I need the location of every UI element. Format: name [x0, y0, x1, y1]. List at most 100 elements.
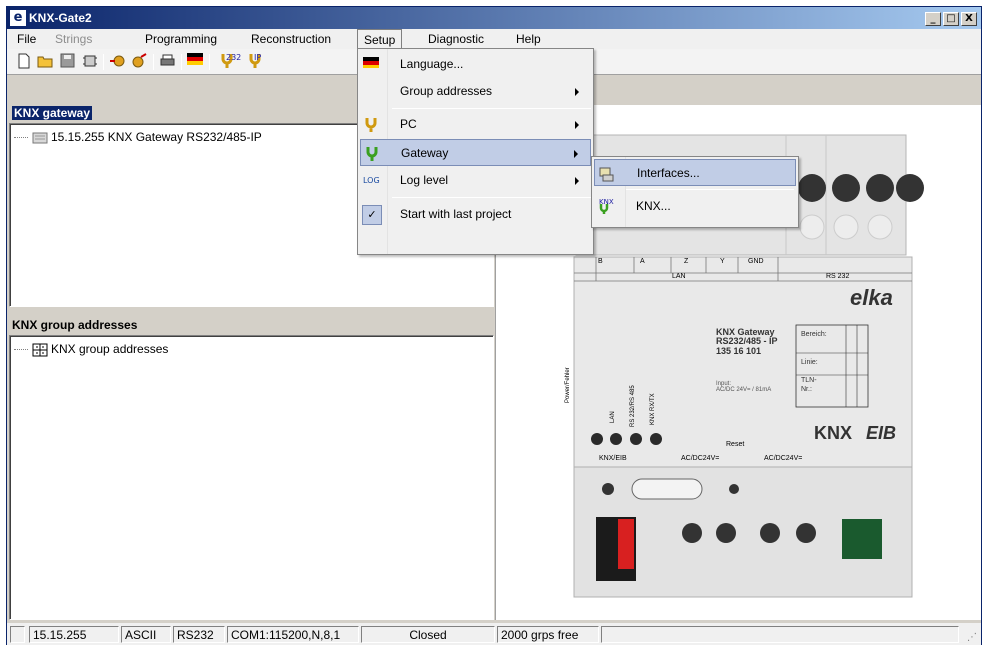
menu-item-label: Gateway: [401, 146, 449, 160]
menu-setup[interactable]: Setup: [357, 29, 403, 49]
menu-bar: File Strings Programming Reconstruction …: [7, 29, 981, 49]
group-addresses-panel-header: KNX group addresses: [9, 316, 491, 334]
submenu-arrow-icon: [575, 121, 579, 129]
gateway-panel-title: KNX gateway: [12, 106, 93, 120]
status-port-settings: COM1:115200,N,8,1: [227, 626, 359, 643]
status-cell-extra: [601, 626, 959, 643]
field-tln: TLN-: [801, 377, 817, 384]
group-addresses-tree[interactable]: KNX group addresses: [9, 335, 494, 620]
tree-item-label: KNX group addresses: [51, 342, 169, 356]
green-plug-icon: [364, 146, 380, 162]
terminal-label-y: Y: [720, 258, 725, 265]
menu-reconstruction[interactable]: Reconstruction: [251, 32, 331, 46]
bottom-label-acdc1: AC/DC24V=: [681, 455, 720, 462]
main-window: e KNX-Gate2 _ □ X File Strings Programming…: [6, 6, 982, 645]
lan-group-label: LAN: [672, 273, 686, 280]
led-label-rs232: RS 232/RS 485: [630, 385, 636, 427]
menu-item-group-addresses[interactable]: Group addresses: [360, 78, 591, 105]
status-interface: RS232: [173, 626, 225, 643]
menu-item-label: PC: [400, 117, 417, 131]
ip-gateway-icon[interactable]: IP: [243, 53, 267, 70]
window-title: KNX-Gate2: [29, 11, 92, 25]
save-icon[interactable]: [59, 53, 76, 70]
submenu-arrow-icon: [575, 88, 579, 96]
title-bar[interactable]: e KNX-Gate2 _ □ X: [7, 7, 981, 29]
status-groups-free: 2000 grps free: [497, 626, 599, 643]
knx-icon: KNX: [597, 198, 614, 215]
checkmark-icon: ✓: [362, 205, 382, 225]
menu-item-pc[interactable]: PC: [360, 111, 591, 138]
status-address: 15.15.255: [29, 626, 119, 643]
status-encoding: ASCII: [121, 626, 171, 643]
gateway-submenu: Interfaces... KNX KNX...: [591, 156, 799, 228]
group-addresses-icon: [32, 343, 48, 357]
status-cell-empty: [10, 626, 25, 643]
setup-menu: Language... Group addresses PC Gateway L…: [357, 48, 594, 255]
rs232-badge: 232: [226, 53, 242, 62]
device-model-line2: RS232/485 - IP: [716, 336, 778, 346]
interfaces-icon: [598, 166, 614, 182]
led-label-lan: LAN: [610, 411, 616, 423]
close-button[interactable]: X: [961, 12, 977, 26]
menu-separator: [626, 189, 794, 190]
device-article-number: 135 16 101: [716, 346, 762, 356]
submenu-arrow-icon: [575, 177, 579, 185]
submenu-arrow-icon: [574, 150, 578, 158]
menu-item-label: Group addresses: [400, 84, 493, 98]
toolbar-separator: [209, 54, 210, 70]
menu-item-start-with-last-project[interactable]: ✓ Start with last project: [360, 201, 591, 228]
menu-item-label: Language...: [400, 57, 464, 71]
resize-grip-icon[interactable]: ⋰: [967, 632, 977, 643]
tree-item-gateway[interactable]: 15.15.255 KNX Gateway RS232/485-IP: [14, 130, 262, 145]
elka-brand-logo: elka: [850, 285, 893, 310]
knx-logo: KNX: [814, 423, 853, 443]
ip-badge: IP: [254, 53, 262, 62]
menu-item-label: KNX...: [636, 199, 671, 213]
menu-help[interactable]: Help: [516, 32, 541, 46]
menu-diagnostic[interactable]: Diagnostic: [428, 32, 484, 46]
tree-item-label: 15.15.255 KNX Gateway RS232/485-IP: [51, 130, 262, 144]
menu-item-label: Log level: [400, 173, 449, 187]
menu-item-language[interactable]: Language...: [360, 51, 591, 78]
print-icon[interactable]: [159, 53, 176, 70]
eib-logo: EIB: [866, 423, 897, 443]
log-icon: LOG: [363, 176, 380, 185]
rs232-gateway-icon[interactable]: 232: [215, 53, 241, 70]
bottom-label-knx-eib: KNX/EIB: [599, 455, 627, 462]
new-document-icon[interactable]: [15, 53, 32, 70]
elka-logo-icon: e: [10, 10, 26, 26]
device-icon[interactable]: [81, 53, 98, 70]
menu-programming[interactable]: Programming: [145, 32, 217, 46]
minimize-button[interactable]: _: [925, 12, 941, 26]
menu-item-log-level[interactable]: LOG Log level: [360, 167, 591, 194]
led-label-knx: KNX RX/TX: [650, 393, 656, 425]
menu-item-label: Interfaces...: [637, 166, 700, 180]
terminal-label-z: Z: [684, 258, 689, 265]
program-icon[interactable]: [131, 53, 148, 70]
field-bereich: Bereich:: [801, 331, 827, 338]
terminal-label-gnd: GND: [748, 258, 764, 265]
toolbar-separator: [103, 54, 104, 70]
menu-item-knx[interactable]: KNX KNX...: [594, 193, 796, 220]
read-icon[interactable]: [109, 53, 126, 70]
terminal-label-b: B: [598, 258, 603, 265]
bottom-label-acdc2: AC/DC24V=: [764, 455, 803, 462]
menu-separator: [392, 197, 591, 198]
menu-item-interfaces[interactable]: Interfaces...: [594, 159, 796, 186]
gateway-device-icon: [32, 131, 48, 145]
menu-item-gateway[interactable]: Gateway: [360, 139, 591, 166]
led-label-power: Power/Fehler: [565, 367, 571, 403]
rs232-group-label: RS 232: [826, 273, 850, 280]
status-bar: 15.15.255 ASCII RS232 COM1:115200,N,8,1 …: [7, 623, 981, 645]
menu-file[interactable]: File: [17, 32, 36, 46]
terminal-label-a: A: [640, 258, 645, 265]
device-input-rating: AC/DC 24V= / 81mA: [716, 387, 772, 393]
knx-badge: KNX: [599, 198, 614, 206]
toolbar-separator: [153, 54, 154, 70]
flag-icon: [363, 57, 379, 73]
toolbar-separator: [181, 54, 182, 70]
open-folder-icon[interactable]: [37, 53, 54, 70]
maximize-button[interactable]: □: [943, 12, 959, 26]
language-flag-icon[interactable]: [187, 53, 204, 70]
tree-item-group-addresses[interactable]: KNX group addresses: [14, 342, 168, 357]
